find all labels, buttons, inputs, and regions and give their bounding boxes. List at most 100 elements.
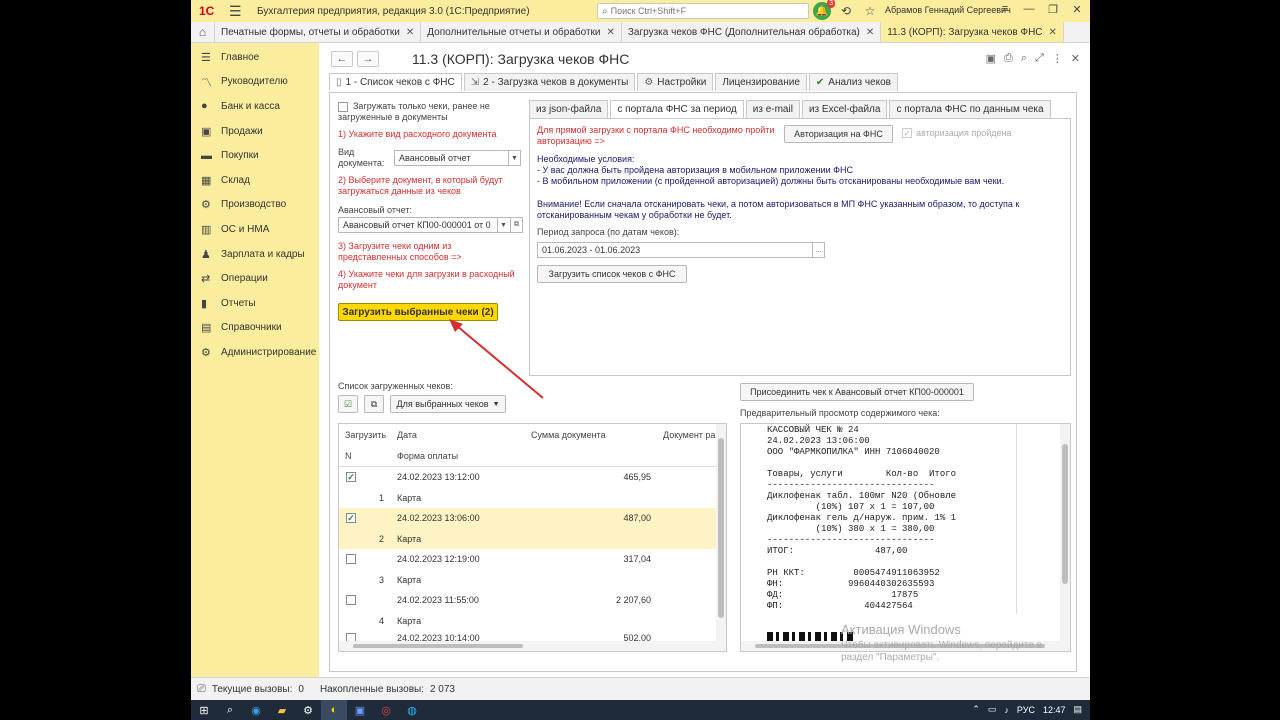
sidebar-item-production[interactable]: ⚙ Производство (191, 193, 319, 218)
chrome-icon[interactable]: ◎ (373, 700, 399, 720)
header-sum[interactable]: Сумма документа (531, 424, 606, 445)
tab-analysis[interactable]: ✔ Анализ чеков (808, 73, 898, 91)
app-icon[interactable]: ▣ (347, 700, 373, 720)
check-all-button[interactable]: ☑ (338, 395, 358, 413)
attach-button[interactable]: Присоединить чек к Авансовый отчет КП00-… (740, 383, 974, 401)
save-icon[interactable]: ▣ (986, 52, 996, 65)
notifications-icon[interactable]: 🔔 3 (813, 0, 835, 20)
tab-fns-period[interactable]: с портала ФНС за период (610, 100, 744, 118)
browser-icon[interactable]: ◍ (399, 700, 425, 720)
only-unloaded-option[interactable]: Загружать только чеки, ранее не загружен… (338, 101, 523, 123)
tab-licensing[interactable]: Лицензирование (715, 73, 807, 91)
folder-icon[interactable]: ▰ (269, 700, 295, 720)
maximize-icon[interactable]: ❐ (1044, 3, 1062, 16)
close-tab-icon[interactable]: ✕ (1049, 27, 1057, 38)
star-icon[interactable]: ☆ (861, 4, 879, 18)
window-tab[interactable]: Загрузка чеков ФНС (Дополнительная обраб… (622, 22, 882, 42)
tab-fns-receipt[interactable]: с портала ФНС по данным чека (889, 100, 1051, 118)
table-row[interactable]: 24.02.2023 11:55:00 2 207,60 4 Карта (339, 590, 717, 631)
notifications-icon[interactable]: ▤ (1073, 704, 1082, 715)
period-input[interactable]: 01.06.2023 - 01.06.2023… (537, 242, 825, 258)
print-icon[interactable]: ⎙ (1004, 52, 1013, 65)
only-unloaded-checkbox[interactable] (338, 102, 348, 112)
menu-icon[interactable]: ☰ (229, 3, 249, 20)
user-name[interactable]: Абрамов Геннадий Сергеевич (885, 5, 1011, 15)
vertical-scrollbar[interactable] (716, 424, 726, 651)
sidebar-item-manager[interactable]: 〽 Руководителю (191, 70, 319, 95)
header-date[interactable]: Дата (397, 424, 417, 445)
tab-load-docs[interactable]: ⇲ 2 - Загрузка чеков в документы (463, 73, 636, 91)
volume-icon[interactable]: ♪ (1004, 705, 1009, 715)
row-checkbox[interactable] (346, 595, 356, 605)
clock[interactable]: 12:47 (1043, 705, 1066, 715)
close-tab-icon[interactable]: ✕ (607, 27, 615, 38)
tab-settings[interactable]: ⚙ Настройки (637, 73, 714, 91)
language-indicator[interactable]: РУС (1017, 705, 1035, 715)
sidebar-item-sales[interactable]: ▣ Продажи (191, 119, 319, 144)
header-load[interactable]: Загрузить (345, 424, 386, 445)
gear-icon[interactable]: ⚙ (295, 700, 321, 720)
sidebar-item-assets[interactable]: ▥ ОС и НМА (191, 217, 319, 242)
search-box[interactable]: ⌕ (597, 3, 809, 19)
load-list-button[interactable]: Загрузить список чеков с ФНС (537, 265, 687, 283)
sidebar-item-salary[interactable]: ♟ Зарплата и кадры (191, 242, 319, 267)
for-selected-button[interactable]: Для выбранных чеков ▼ (390, 395, 506, 413)
more-icon[interactable]: ⋮ (1052, 52, 1063, 65)
chevron-down-icon[interactable]: ▼ (497, 218, 509, 232)
windows-start-icon[interactable]: ⊞ (191, 700, 217, 720)
header-payment[interactable]: Форма оплаты (397, 445, 458, 466)
sidebar-item-purchases[interactable]: ▬ Покупки (191, 143, 319, 168)
copy-button[interactable]: ⧉ (364, 395, 384, 413)
close-tab-icon[interactable]: ✕ (866, 27, 874, 38)
tab-email[interactable]: из e-mail (745, 100, 800, 118)
expand-icon[interactable]: ⤢ (1035, 52, 1044, 65)
advance-select[interactable]: Авансовый отчет КП00-000001 от 0 ▼ ⧉ (338, 217, 523, 233)
forward-button[interactable]: → (357, 51, 379, 67)
network-icon[interactable]: ▭ (988, 704, 997, 715)
horizontal-scrollbar[interactable] (339, 641, 726, 651)
sidebar-item-main[interactable]: ☰ Главное (191, 45, 319, 70)
row-checkbox[interactable] (346, 554, 356, 564)
edge-icon[interactable]: ◉ (243, 700, 269, 720)
window-tab-active[interactable]: 11.3 (КОРП): Загрузка чеков ФНС ✕ (881, 22, 1064, 42)
open-link-icon[interactable]: ⧉ (510, 218, 522, 232)
tab-label: Лицензирование (722, 77, 800, 88)
onec-icon[interactable]: ◐ (321, 700, 347, 720)
table-row[interactable]: 24.02.2023 12:19:00 317,04 3 Карта (339, 549, 717, 590)
chevron-down-icon[interactable]: ▼ (508, 151, 520, 165)
table-row[interactable]: ✓ 24.02.2023 13:12:00 465,95 1 Карта (339, 467, 717, 508)
tab-json[interactable]: из json-файла (529, 100, 609, 118)
tray-arrow-icon[interactable]: ⌃ (972, 704, 980, 715)
window-tab[interactable]: Печатные формы, отчеты и обработки ✕ (215, 22, 422, 42)
header-doc[interactable]: Документ ра (663, 424, 715, 445)
tab-excel[interactable]: из Excel-файла (801, 100, 888, 118)
home-icon[interactable]: ⌂ (191, 22, 215, 42)
sidebar-item-operations[interactable]: ⇄ Операции (191, 266, 319, 291)
sidebar-item-references[interactable]: ▤ Справочники (191, 316, 319, 341)
load-selected-button[interactable]: Загрузить выбранные чеки (2) (338, 303, 498, 321)
auth-button[interactable]: Авторизация на ФНС (784, 125, 893, 143)
row-checkbox[interactable]: ✓ (346, 472, 356, 482)
tab-receipts-list[interactable]: ▯ 1 - Список чеков с ФНС (329, 73, 462, 91)
sidebar-item-warehouse[interactable]: ▦ Склад (191, 168, 319, 193)
sidebar-item-admin[interactable]: ⚙ Администрирование (191, 340, 319, 365)
header-n[interactable]: N (345, 445, 352, 466)
ellipsis-icon[interactable]: … (812, 243, 824, 257)
table-row-selected[interactable]: ✓ 24.02.2023 13:06:00 487,00 2 Карта (339, 508, 717, 549)
window-tab[interactable]: Дополнительные отчеты и обработки ✕ (421, 22, 622, 42)
preview-icon[interactable]: ⌕ (1021, 52, 1027, 65)
close-form-icon[interactable]: ✕ (1071, 52, 1080, 65)
sidebar-item-bank[interactable]: ● Банк и касса (191, 94, 319, 119)
settings-icon[interactable]: ≡ (996, 3, 1014, 16)
row-checkbox[interactable]: ✓ (346, 513, 356, 523)
back-button[interactable]: ← (331, 51, 353, 67)
close-tab-icon[interactable]: ✕ (406, 27, 414, 38)
search-icon[interactable]: ⌕ (217, 700, 243, 720)
search-input[interactable] (610, 6, 801, 16)
history-icon[interactable]: ⟲ (837, 4, 855, 18)
sidebar-item-reports[interactable]: ▮ Отчеты (191, 291, 319, 316)
close-icon[interactable]: ✕ (1068, 3, 1086, 16)
vertical-scrollbar[interactable] (1060, 424, 1070, 651)
doc-type-select[interactable]: Авансовый отчет ▼ (394, 150, 521, 166)
minimize-icon[interactable]: — (1020, 3, 1038, 16)
